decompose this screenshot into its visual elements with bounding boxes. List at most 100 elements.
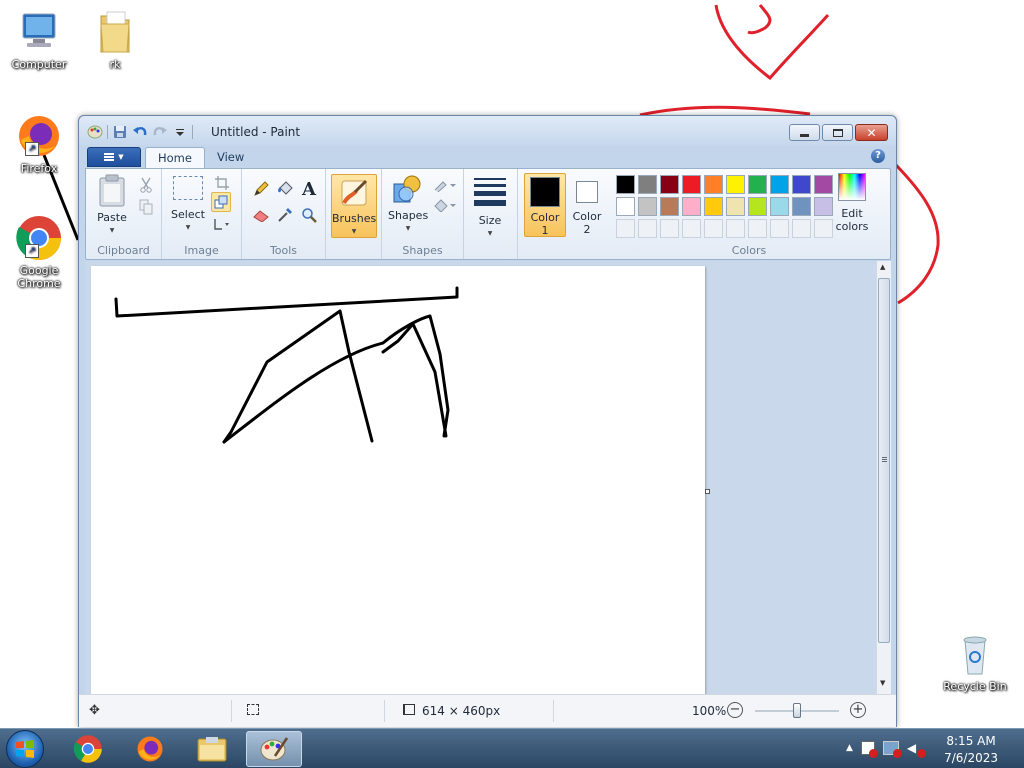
- select-button[interactable]: Select ▼: [168, 174, 208, 234]
- chevron-down-icon: ▼: [118, 153, 124, 161]
- taskbar-paint[interactable]: [246, 731, 302, 767]
- brushes-button[interactable]: Brushes ▼: [331, 174, 377, 238]
- crop-icon[interactable]: [212, 173, 232, 193]
- color-picker-icon[interactable]: [275, 205, 295, 225]
- clipboard-group: Paste ▼ Clipboard: [86, 169, 162, 259]
- custom-color-slot[interactable]: [704, 219, 723, 238]
- tab-home[interactable]: Home: [145, 147, 205, 169]
- custom-color-slot[interactable]: [660, 219, 679, 238]
- color-swatch[interactable]: [660, 175, 679, 194]
- maximize-button[interactable]: [822, 124, 853, 141]
- pencil-icon[interactable]: [251, 179, 271, 199]
- save-icon[interactable]: [112, 124, 128, 140]
- paste-button[interactable]: Paste ▼: [92, 174, 132, 237]
- color-swatch[interactable]: [660, 197, 679, 216]
- desktop-icon-google-chrome[interactable]: ↗ Google Chrome: [4, 214, 74, 290]
- paint-menu-button[interactable]: ▼: [87, 147, 141, 167]
- color1-button[interactable]: Color 1: [524, 173, 566, 237]
- desktop-icon-firefox[interactable]: ↗ Firefox: [4, 112, 74, 175]
- custom-color-slot[interactable]: [638, 219, 657, 238]
- colors-group-label: Colors: [731, 244, 767, 257]
- drawing-canvas[interactable]: [91, 266, 705, 694]
- desktop-icon-label: Google Chrome: [17, 264, 61, 290]
- desktop-icon-label: Recycle Bin: [943, 680, 1007, 693]
- color-swatch[interactable]: [704, 197, 723, 216]
- custom-color-slot[interactable]: [770, 219, 789, 238]
- fill-icon[interactable]: [432, 195, 458, 215]
- outline-icon[interactable]: [432, 175, 458, 195]
- custom-color-slot[interactable]: [792, 219, 811, 238]
- scroll-down-icon[interactable]: ▼: [880, 679, 885, 687]
- action-center-icon[interactable]: [860, 741, 878, 758]
- taskbar-file-explorer[interactable]: [184, 731, 240, 767]
- tab-view[interactable]: View: [205, 147, 256, 169]
- color-swatch[interactable]: [682, 175, 701, 194]
- color-swatch[interactable]: [616, 175, 635, 194]
- text-icon[interactable]: A: [299, 179, 319, 200]
- zoom-slider-thumb[interactable]: [793, 703, 801, 718]
- fill-bucket-icon[interactable]: [275, 179, 295, 199]
- desktop-icon-rk-folder[interactable]: rk: [80, 8, 150, 71]
- color-swatch[interactable]: [748, 175, 767, 194]
- color2-button[interactable]: Color 2: [568, 173, 606, 237]
- minimize-icon: [800, 133, 809, 137]
- desktop-icon-recycle-bin[interactable]: Recycle Bin: [940, 630, 1010, 693]
- image-size-text: 614 × 460px: [422, 704, 501, 718]
- zoom-slider[interactable]: [755, 703, 839, 718]
- vertical-scrollbar[interactable]: ▲ ▼: [876, 261, 891, 694]
- eraser-icon[interactable]: [251, 205, 271, 225]
- customize-qat-icon[interactable]: [172, 124, 188, 140]
- color-swatch[interactable]: [638, 197, 657, 216]
- color-swatch[interactable]: [792, 197, 811, 216]
- network-icon[interactable]: [882, 741, 902, 758]
- rotate-icon[interactable]: [211, 214, 231, 234]
- title-bar[interactable]: Untitled - Paint ✕: [79, 116, 896, 146]
- zoom-out-icon[interactable]: −: [727, 702, 743, 718]
- color-swatch[interactable]: [616, 197, 635, 216]
- zoom-in-icon[interactable]: +: [850, 702, 866, 718]
- close-button[interactable]: ✕: [855, 124, 888, 141]
- cut-icon[interactable]: [136, 175, 156, 195]
- custom-color-slot[interactable]: [616, 219, 635, 238]
- custom-color-slot[interactable]: [726, 219, 745, 238]
- color-swatch[interactable]: [682, 197, 701, 216]
- taskbar-chrome[interactable]: [60, 731, 116, 767]
- scrollbar-thumb[interactable]: [878, 278, 890, 643]
- paint-app-icon[interactable]: [87, 124, 103, 140]
- taskbar-firefox[interactable]: [122, 731, 178, 767]
- paint-window: Untitled - Paint ✕ ▼ Home View ? Paste ▼: [78, 115, 897, 727]
- taskbar-clock[interactable]: 8:15 AM 7/6/2023: [944, 733, 998, 767]
- edit-colors-button[interactable]: Edit colors: [830, 173, 874, 233]
- start-button[interactable]: [6, 730, 44, 768]
- clock-time: 8:15 AM: [946, 734, 996, 748]
- canvas-resize-handle[interactable]: [705, 489, 710, 494]
- custom-color-slot[interactable]: [748, 219, 767, 238]
- desktop-icon-computer[interactable]: Computer: [4, 8, 74, 71]
- quick-access-toolbar: [87, 124, 193, 140]
- color-swatch[interactable]: [770, 175, 789, 194]
- volume-icon[interactable]: ◀: [907, 741, 926, 758]
- color-swatch[interactable]: [726, 175, 745, 194]
- magnifier-icon[interactable]: [299, 205, 319, 225]
- chevron-down-icon: ▼: [351, 228, 357, 235]
- color-swatch[interactable]: [704, 175, 723, 194]
- color-swatch[interactable]: [748, 197, 767, 216]
- redo-icon[interactable]: [152, 124, 168, 140]
- color-swatch[interactable]: [726, 197, 745, 216]
- minimize-button[interactable]: [789, 124, 820, 141]
- resize-icon[interactable]: [211, 192, 231, 212]
- help-icon[interactable]: ?: [871, 149, 885, 163]
- scroll-up-icon[interactable]: ▲: [880, 263, 885, 271]
- color-swatch[interactable]: [770, 197, 789, 216]
- color-swatch[interactable]: [792, 175, 811, 194]
- show-hidden-icons[interactable]: ▲: [846, 743, 853, 753]
- firefox-icon: ↗: [15, 112, 63, 160]
- size-button[interactable]: Size ▼: [470, 174, 510, 240]
- shapes-button[interactable]: Shapes ▼: [388, 174, 428, 235]
- copy-icon[interactable]: [136, 197, 156, 217]
- undo-icon[interactable]: [132, 124, 148, 140]
- color-swatch[interactable]: [638, 175, 657, 194]
- taskbar: ▲ ◀ 8:15 AM 7/6/2023: [0, 728, 1024, 768]
- custom-color-slot[interactable]: [682, 219, 701, 238]
- desktop-icon-label: rk: [109, 58, 121, 71]
